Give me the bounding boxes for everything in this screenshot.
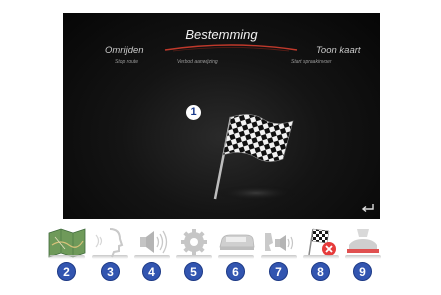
volume-icon[interactable] bbox=[132, 225, 172, 259]
badge-3: 3 bbox=[101, 262, 120, 281]
voice-icon[interactable] bbox=[90, 225, 130, 259]
stop-route-subtext: Stop route bbox=[115, 59, 139, 65]
badge-5: 5 bbox=[184, 262, 203, 281]
back-arrow-icon[interactable] bbox=[361, 201, 375, 213]
vehicle-icon[interactable] bbox=[216, 225, 256, 259]
detour-menu-item[interactable]: Omrijden bbox=[105, 45, 144, 56]
lane-guidance-icon[interactable] bbox=[343, 225, 383, 259]
phone-volume-icon[interactable] bbox=[259, 225, 299, 259]
navigation-screen: Bestemming Omrijden Toon kaart Stop rout… bbox=[63, 13, 380, 219]
badge-6: 6 bbox=[226, 262, 245, 281]
cancel-destination-icon[interactable] bbox=[301, 225, 341, 259]
function-toolbar bbox=[45, 225, 425, 265]
map-icon[interactable] bbox=[47, 225, 87, 259]
badge-4: 4 bbox=[142, 262, 161, 281]
badge-7: 7 bbox=[269, 262, 288, 281]
badge-8: 8 bbox=[311, 262, 330, 281]
badge-9: 9 bbox=[353, 262, 372, 281]
settings-gear-icon[interactable] bbox=[174, 225, 214, 259]
callout-1: 1 bbox=[186, 105, 201, 120]
badge-2: 2 bbox=[57, 262, 76, 281]
title-underline-arc bbox=[164, 44, 298, 52]
screen-title: Bestemming bbox=[185, 27, 258, 42]
checkered-flag-icon bbox=[201, 113, 301, 203]
show-map-menu-item[interactable]: Toon kaart bbox=[316, 45, 361, 56]
prohibition-subtext: Verbod aanwijzing bbox=[177, 59, 218, 65]
voice-input-subtext: Start spraakinvoer bbox=[291, 59, 332, 65]
